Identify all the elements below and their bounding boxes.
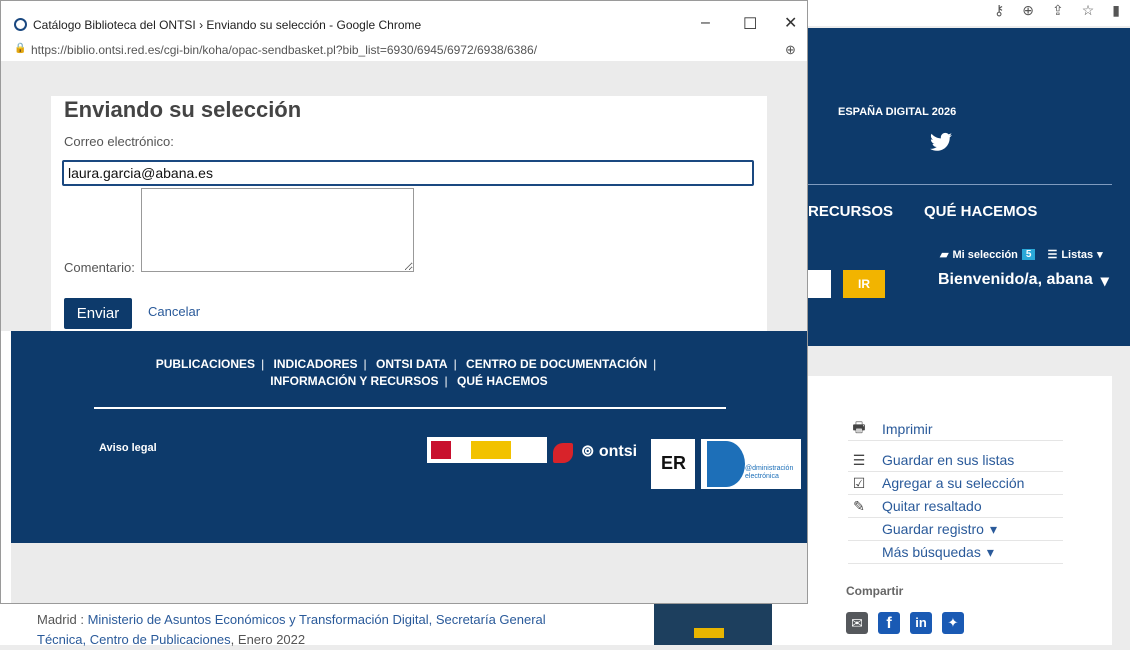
list-icon: ☰ [852,451,866,468]
address-bar[interactable]: 🔒 https://biblio.ontsi.red.es/cgi-bin/ko… [1,39,807,62]
action-label: Guardar en sus listas [882,452,1015,468]
listas-label[interactable]: Listas [1061,249,1093,261]
header-divider [808,184,1112,185]
action-label: Quitar resaltado [882,498,982,514]
action-agregar-seleccion[interactable]: ☑ Agregar a su selección [848,472,1063,495]
panel-icon[interactable]: ▮ [1112,2,1120,19]
chevron-down-icon: ▾ [1100,273,1109,290]
action-guardar-listas[interactable]: ☰ Guardar en sus listas [848,449,1063,472]
action-label: Guardar registro [882,521,984,537]
user-menu[interactable]: Bienvenido/a, abana ▾ [938,271,1109,291]
record-publisher: Madrid : Ministerio de Asuntos Económico… [37,610,597,650]
toolbar-icons: ⚷ ⊕ ⇪ ☆ ▮ [994,2,1120,19]
checkbox-icon: ☑ [852,474,866,491]
search-button[interactable]: IR [843,270,885,298]
ministry-logo [471,441,511,459]
nav-que-hacemos[interactable]: QUÉ HACEMOS [924,203,1037,220]
chevron-down-icon: ▾ [986,543,994,560]
star-icon[interactable]: ☆ [1082,2,1095,19]
comment-label: Comentario: [64,260,135,275]
printer-icon: 🖶 [852,419,866,435]
chevron-down-icon: ▾ [989,520,997,537]
aenor-logo: ER [651,439,695,489]
footer-divider [94,407,726,409]
comment-textarea[interactable] [141,188,414,272]
administracion-logo-text: @dministración electrónica [745,465,794,480]
minimize-icon[interactable]: – [701,14,710,32]
mi-seleccion-label: Mi selección [952,248,1018,261]
smile-logo-icon [707,441,745,487]
send-button[interactable]: Enviar [64,298,132,329]
action-imprimir[interactable]: 🖶 Imprimir [848,418,1063,441]
publisher-prefix: Madrid : [37,612,88,627]
spain-flag-icon [431,441,451,459]
popup-window: Catálogo Biblioteca del ONTSI › Enviando… [0,0,808,604]
ontsi-logo-text: ontsi [598,443,638,460]
email-label: Correo electrónico: [64,134,174,149]
record-info: Madrid : Ministerio de Asuntos Económico… [0,600,808,647]
email-field[interactable] [62,160,754,186]
footer-link-ontsi-data[interactable]: ONTSI DATA [376,357,448,371]
chevron-down-icon: ▾ [1097,249,1103,261]
maximize-icon[interactable]: ☐ [743,14,757,34]
footer-link-que-hacemos[interactable]: QUÉ HACEMOS [457,374,548,388]
ontsi-logo: ⊚ ontsi [581,443,638,460]
window-titlebar: Catálogo Biblioteca del ONTSI › Enviando… [1,1,807,39]
administracion-electronica-logo: @dministración electrónica [701,439,801,489]
cover-thumbnail[interactable] [654,600,772,645]
window-title: Catálogo Biblioteca del ONTSI › Enviando… [33,18,422,32]
catalog-search-input[interactable] [808,270,831,298]
share-icon[interactable]: ⇪ [1052,2,1064,19]
compartir-label: Compartir [846,584,904,598]
zoom-icon[interactable]: ⊕ [785,42,796,58]
twitter-icon[interactable]: ✦ [942,612,964,634]
aenor-logo-text: ER [661,453,687,473]
aviso-legal-link[interactable]: Aviso legal [99,442,157,454]
mi-seleccion-link[interactable]: ▰ Mi selección 5 ☰ Listas ▾ [940,248,1103,262]
email-icon[interactable]: ✉ [846,612,868,634]
share-icons: ✉ f in ✦ [846,612,964,634]
close-icon[interactable]: ✕ [784,13,797,33]
action-label: Más búsquedas [882,544,981,560]
footer-link-publicaciones[interactable]: PUBLICACIONES [156,357,255,371]
nav-recursos[interactable]: RECURSOS [808,203,893,220]
action-guardar-registro[interactable]: Guardar registro ▾ [848,518,1063,541]
seleccion-count-badge: 5 [1021,249,1036,260]
footer-link-indicadores[interactable]: INDICADORES [274,357,358,371]
record-actions-panel: 🖶 Imprimir ☰ Guardar en sus listas ☑ Agrega… [808,376,1112,645]
linkedin-icon[interactable]: in [910,612,932,634]
url-text[interactable]: https://biblio.ontsi.red.es/cgi-bin/koha… [31,43,537,57]
actions-list: 🖶 Imprimir ☰ Guardar en sus listas ☑ Agrega… [848,418,1063,564]
welcome-text: Bienvenido/a, abana [938,271,1093,288]
government-logo [427,437,547,463]
pencil-icon: ✎ [853,497,865,514]
action-mas-busquedas[interactable]: Más búsquedas ▾ [848,541,1063,564]
footer-nav: PUBLICACIONES | INDICADORES | ONTSI DATA | … [155,357,657,388]
popup-bottom-gap [11,543,807,603]
browser-toolbar: ⚷ ⊕ ⇪ ☆ ▮ [808,0,1130,26]
book-icon: ▰ [940,249,949,261]
action-quitar-resaltado[interactable]: ✎ Quitar resaltado [848,495,1063,518]
prtr-logo [553,443,573,463]
lock-icon: 🔒 [14,43,27,54]
zoom-icon[interactable]: ⊕ [1022,2,1034,19]
footer-link-centro-documentacion[interactable]: CENTRO DE DOCUMENTACIÓN [466,357,647,371]
facebook-icon[interactable]: f [878,612,900,634]
footer-link-informacion-recursos[interactable]: INFORMACIÓN Y RECURSOS [270,374,438,388]
twitter-icon[interactable] [930,132,952,152]
action-label: Imprimir [882,421,933,437]
site-favicon-icon [14,18,27,31]
espana-digital-label: ESPAÑA DIGITAL 2026 [838,106,957,118]
cover-flag [694,628,724,638]
key-icon[interactable]: ⚷ [994,2,1004,19]
action-label: Agregar a su selección [882,475,1025,491]
site-header: ESPAÑA DIGITAL 2026 RECURSOS QUÉ HACEMOS… [808,28,1130,346]
cancel-link[interactable]: Cancelar [148,304,200,319]
list-icon: ☰ [1047,249,1058,261]
page-title: Enviando su selección [64,97,302,122]
